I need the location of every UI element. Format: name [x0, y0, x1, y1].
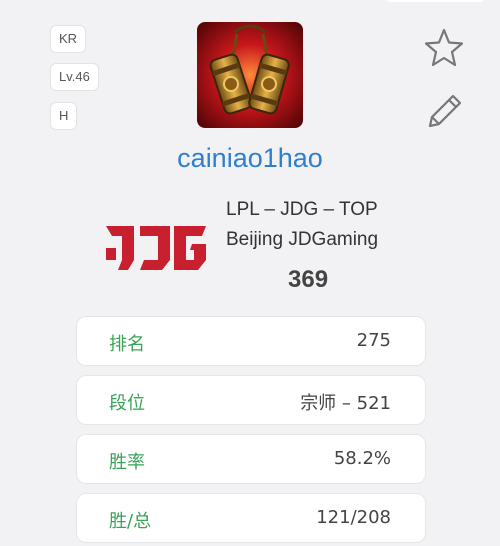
stat-row-winrate: 胜率 58.2%: [76, 434, 426, 484]
extra-badge: H: [50, 102, 78, 130]
stat-label: 胜率: [109, 452, 145, 473]
team-league-line: LPL – JDG – TOP: [226, 199, 378, 220]
profile-avatar: [197, 22, 303, 128]
level-badge: Lv.46: [50, 63, 99, 91]
username: cainiao1hao: [177, 143, 323, 173]
stat-value: 121/208: [316, 507, 391, 528]
stat-row-tier: 段位 宗师 – 521: [76, 375, 426, 425]
stat-value: 275: [356, 330, 391, 351]
stat-row-rank: 排名 275: [76, 316, 426, 366]
favorite-star-icon[interactable]: [422, 26, 466, 70]
team-logo: [104, 216, 208, 278]
stat-row-wins-total: 胜/总 121/208: [76, 493, 426, 543]
region-badge: KR: [50, 25, 87, 53]
stat-value: 宗师 – 521: [300, 393, 391, 414]
top-edge-bar: [385, 0, 485, 2]
stat-label: 胜/总: [109, 511, 152, 532]
stat-label: 排名: [109, 334, 145, 355]
edit-pencil-icon[interactable]: [422, 88, 466, 132]
player-score: 369: [288, 266, 329, 293]
team-full-name: Beijing JDGaming: [226, 229, 379, 250]
stat-label: 段位: [109, 393, 145, 414]
stat-value: 58.2%: [333, 448, 391, 469]
